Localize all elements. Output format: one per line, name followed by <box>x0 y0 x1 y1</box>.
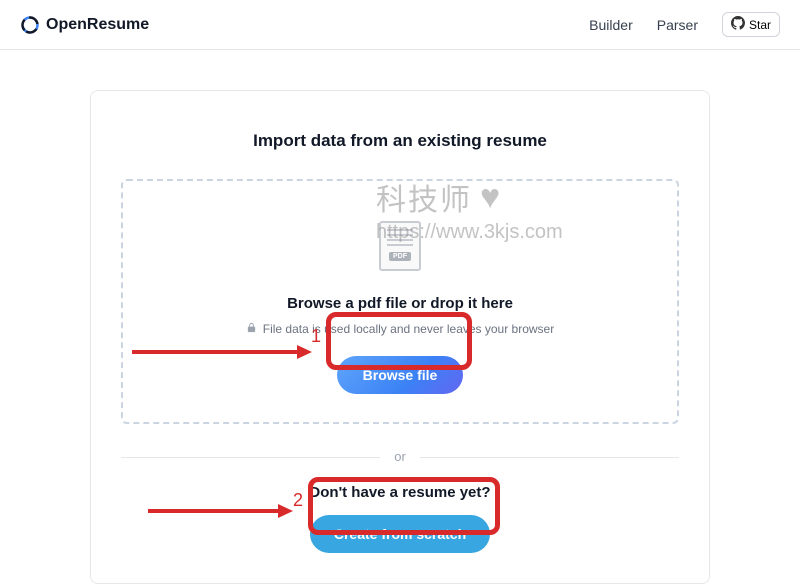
logo[interactable]: OpenResume <box>20 15 149 35</box>
header: OpenResume Builder Parser Star <box>0 0 800 50</box>
browse-file-button[interactable]: Browse file <box>337 356 464 394</box>
create-from-scratch-button[interactable]: Create from scratch <box>310 515 490 553</box>
github-icon <box>731 16 745 33</box>
divider: or <box>121 448 679 466</box>
main: Import data from an existing resume PDF … <box>0 50 800 584</box>
file-dropzone[interactable]: PDF Browse a pdf file or drop it here Fi… <box>121 179 679 424</box>
card: Import data from an existing resume PDF … <box>90 90 710 584</box>
privacy-note: File data is used locally and never leav… <box>153 322 647 336</box>
dropzone-title: Browse a pdf file or drop it here <box>153 295 647 312</box>
import-title: Import data from an existing resume <box>121 131 679 151</box>
nav-parser[interactable]: Parser <box>657 17 698 33</box>
nav: Builder Parser Star <box>589 12 780 37</box>
logo-icon <box>20 15 40 35</box>
scratch-title: Don't have a resume yet? <box>121 484 679 501</box>
nav-builder[interactable]: Builder <box>589 17 633 33</box>
pdf-file-icon: PDF <box>379 221 421 271</box>
lock-icon <box>246 322 257 336</box>
star-label: Star <box>749 18 771 32</box>
github-star-button[interactable]: Star <box>722 12 780 37</box>
brand-text: OpenResume <box>46 16 149 34</box>
